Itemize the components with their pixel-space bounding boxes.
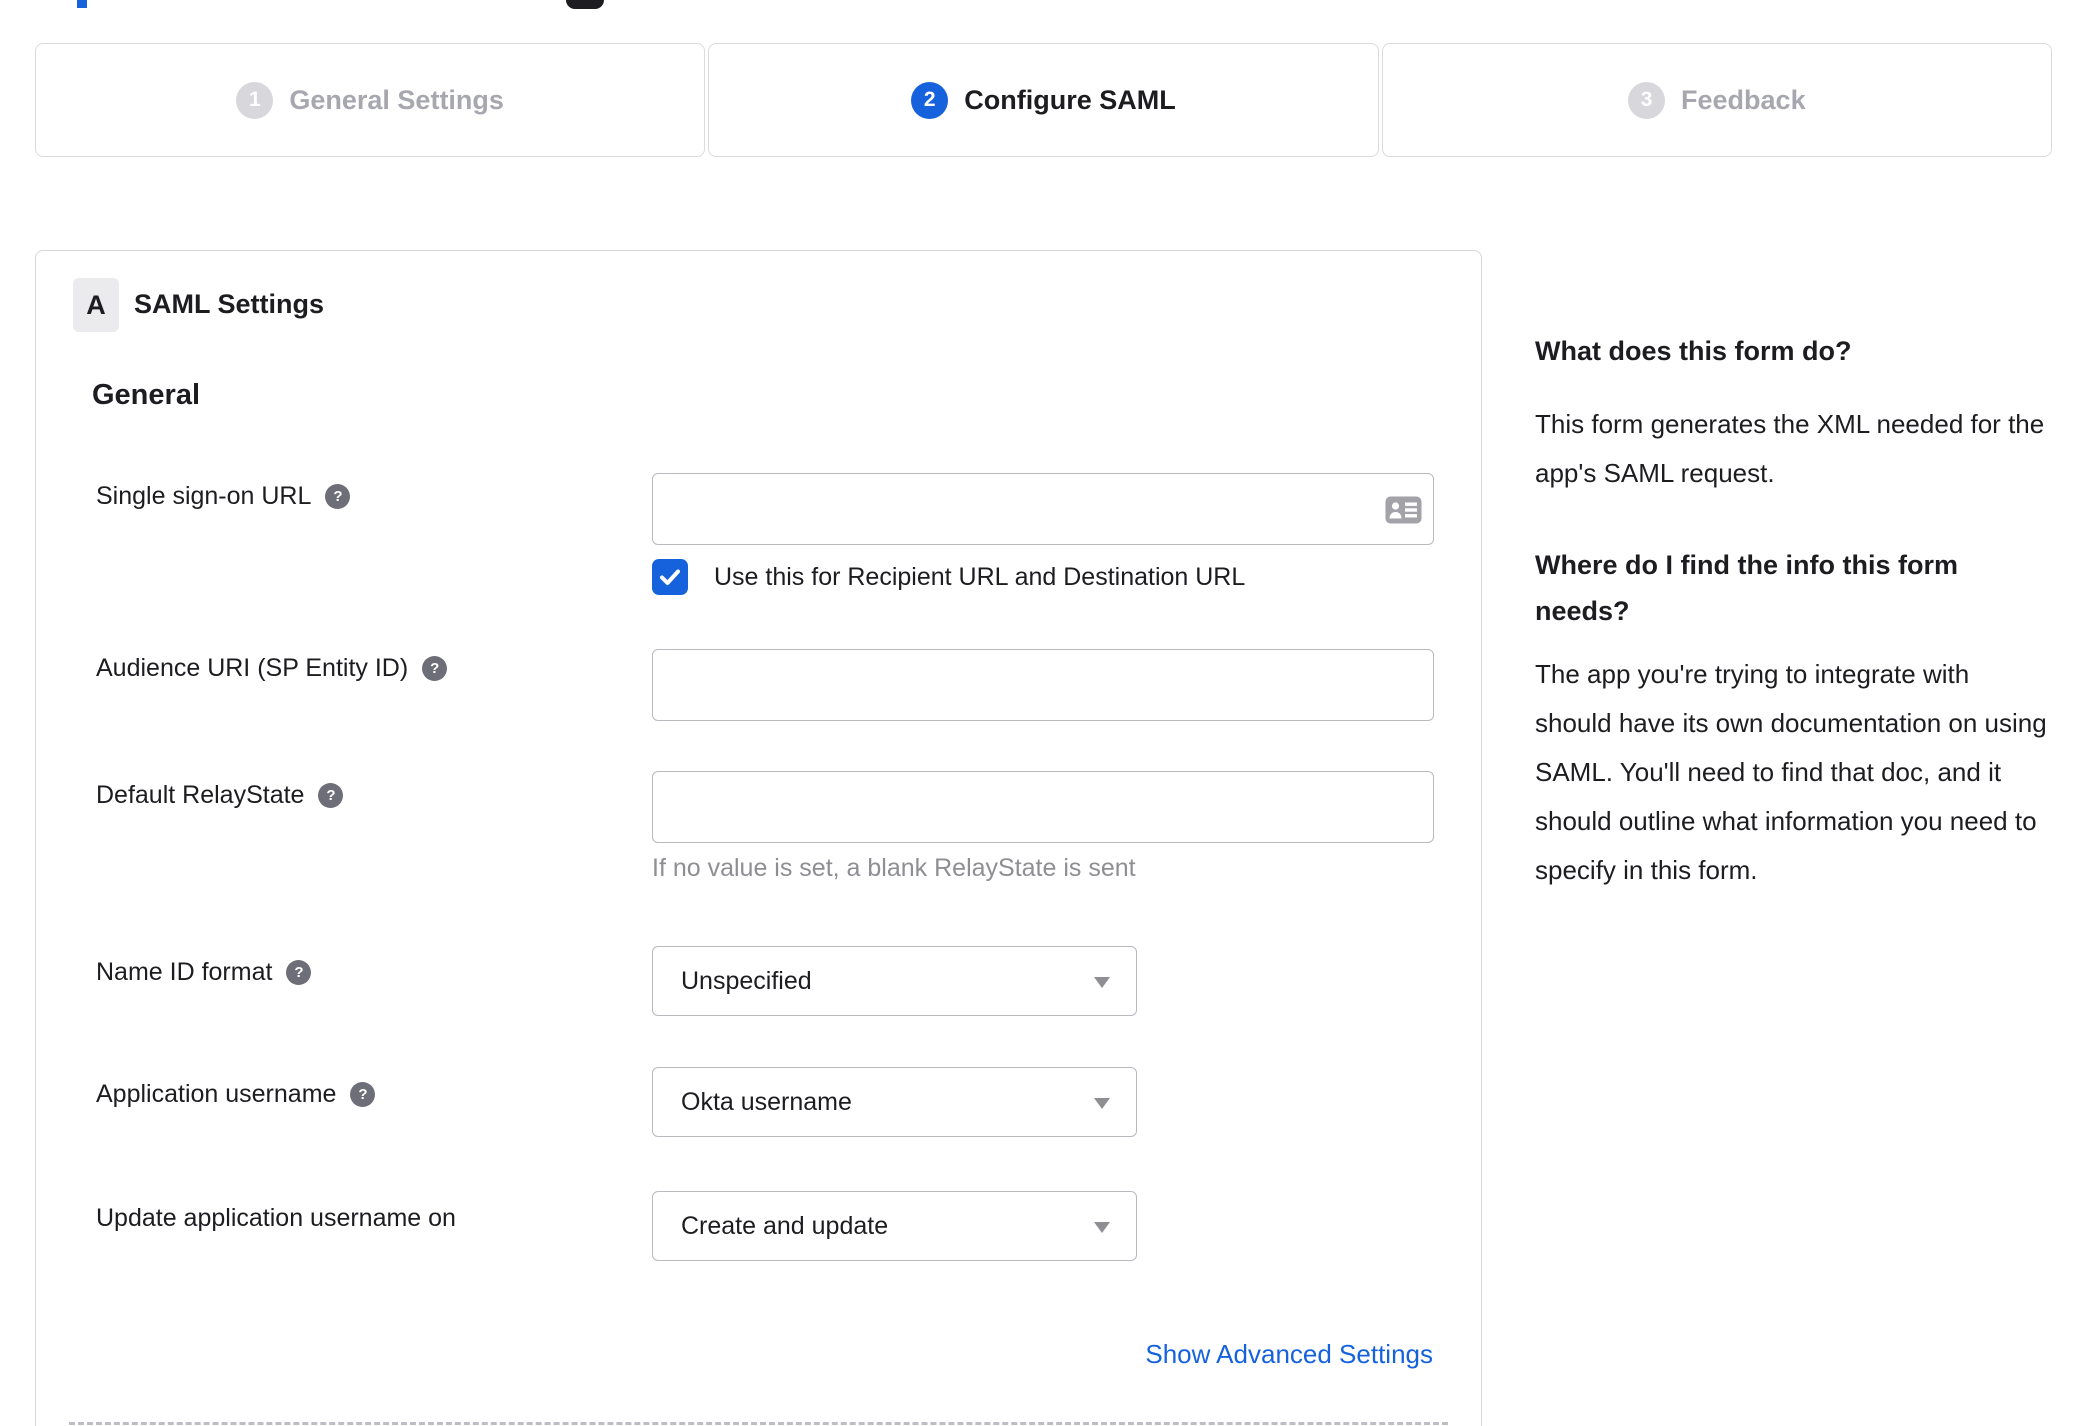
general-section-heading: General — [92, 379, 200, 411]
nameid-format-value: Unspecified — [681, 966, 812, 995]
sso-url-input[interactable] — [652, 473, 1434, 545]
update-username-value: Create and update — [681, 1211, 889, 1240]
step-general-settings[interactable]: 1 General Settings — [35, 43, 706, 157]
help-sidebar: What does this form do? This form genera… — [1535, 328, 2050, 895]
step-configure-saml[interactable]: 2 Configure SAML — [708, 43, 1379, 157]
update-username-select[interactable]: Create and update — [652, 1191, 1137, 1261]
cropped-icon-fragment — [566, 0, 604, 9]
wizard-stepper: 1 General Settings 2 Configure SAML 3 Fe… — [35, 43, 2052, 157]
sso-url-label: Single sign-on URL — [96, 482, 351, 511]
contact-card-icon[interactable] — [1385, 496, 1422, 524]
chevron-down-icon — [1094, 1222, 1110, 1233]
relaystate-input[interactable] — [652, 771, 1434, 843]
step-number-badge: 1 — [236, 81, 274, 119]
step-number-badge: 3 — [1628, 81, 1666, 119]
nameid-format-label-text: Name ID format — [96, 958, 273, 986]
audience-uri-label: Audience URI (SP Entity ID) — [96, 654, 448, 683]
help-icon[interactable] — [286, 960, 312, 985]
relaystate-label: Default RelayState — [96, 781, 344, 810]
step-label: Configure SAML — [964, 84, 1176, 115]
audience-uri-input[interactable] — [652, 649, 1434, 721]
help-icon[interactable] — [325, 484, 351, 509]
help-paragraph-what: This form generates the XML needed for t… — [1535, 409, 2045, 488]
help-icon[interactable] — [318, 783, 344, 808]
section-divider — [69, 1422, 1448, 1425]
chevron-down-icon — [1094, 1098, 1110, 1109]
sso-checkbox-row: Use this for Recipient URL and Destinati… — [652, 559, 1245, 595]
show-advanced-settings-link[interactable]: Show Advanced Settings — [1145, 1339, 1433, 1370]
help-icon[interactable] — [422, 656, 448, 681]
update-username-label-text: Update application username on — [96, 1204, 456, 1232]
cropped-logo-fragment — [77, 0, 87, 8]
app-username-value: Okta username — [681, 1087, 852, 1116]
section-a-badge: A — [73, 278, 119, 332]
help-paragraph-where: The app you're trying to integrate with … — [1535, 659, 2047, 885]
chevron-down-icon — [1094, 977, 1110, 988]
update-username-label: Update application username on — [96, 1204, 456, 1233]
nameid-format-select[interactable]: Unspecified — [652, 946, 1137, 1016]
step-feedback[interactable]: 3 Feedback — [1381, 43, 2052, 157]
step-label: General Settings — [289, 84, 504, 115]
help-icon[interactable] — [350, 1082, 376, 1107]
panel-title: SAML Settings — [134, 289, 325, 319]
audience-uri-label-text: Audience URI (SP Entity ID) — [96, 654, 409, 682]
recipient-url-checkbox[interactable] — [652, 559, 688, 595]
relaystate-label-text: Default RelayState — [96, 781, 305, 809]
step-number-badge: 2 — [911, 81, 949, 119]
help-heading-where: Where do I find the info this form needs… — [1535, 550, 1958, 626]
checkmark-icon — [660, 569, 680, 585]
app-username-label: Application username — [96, 1080, 376, 1109]
app-username-label-text: Application username — [96, 1080, 337, 1108]
help-heading-what: What does this form do? — [1535, 336, 1852, 366]
sso-url-label-text: Single sign-on URL — [96, 482, 312, 510]
saml-settings-panel: A SAML Settings General Single sign-on U… — [35, 250, 1482, 1426]
step-label: Feedback — [1681, 84, 1806, 115]
relaystate-hint: If no value is set, a blank RelayState i… — [652, 854, 1136, 882]
app-username-select[interactable]: Okta username — [652, 1067, 1137, 1137]
recipient-url-checkbox-label: Use this for Recipient URL and Destinati… — [714, 562, 1246, 591]
nameid-format-label: Name ID format — [96, 958, 312, 987]
